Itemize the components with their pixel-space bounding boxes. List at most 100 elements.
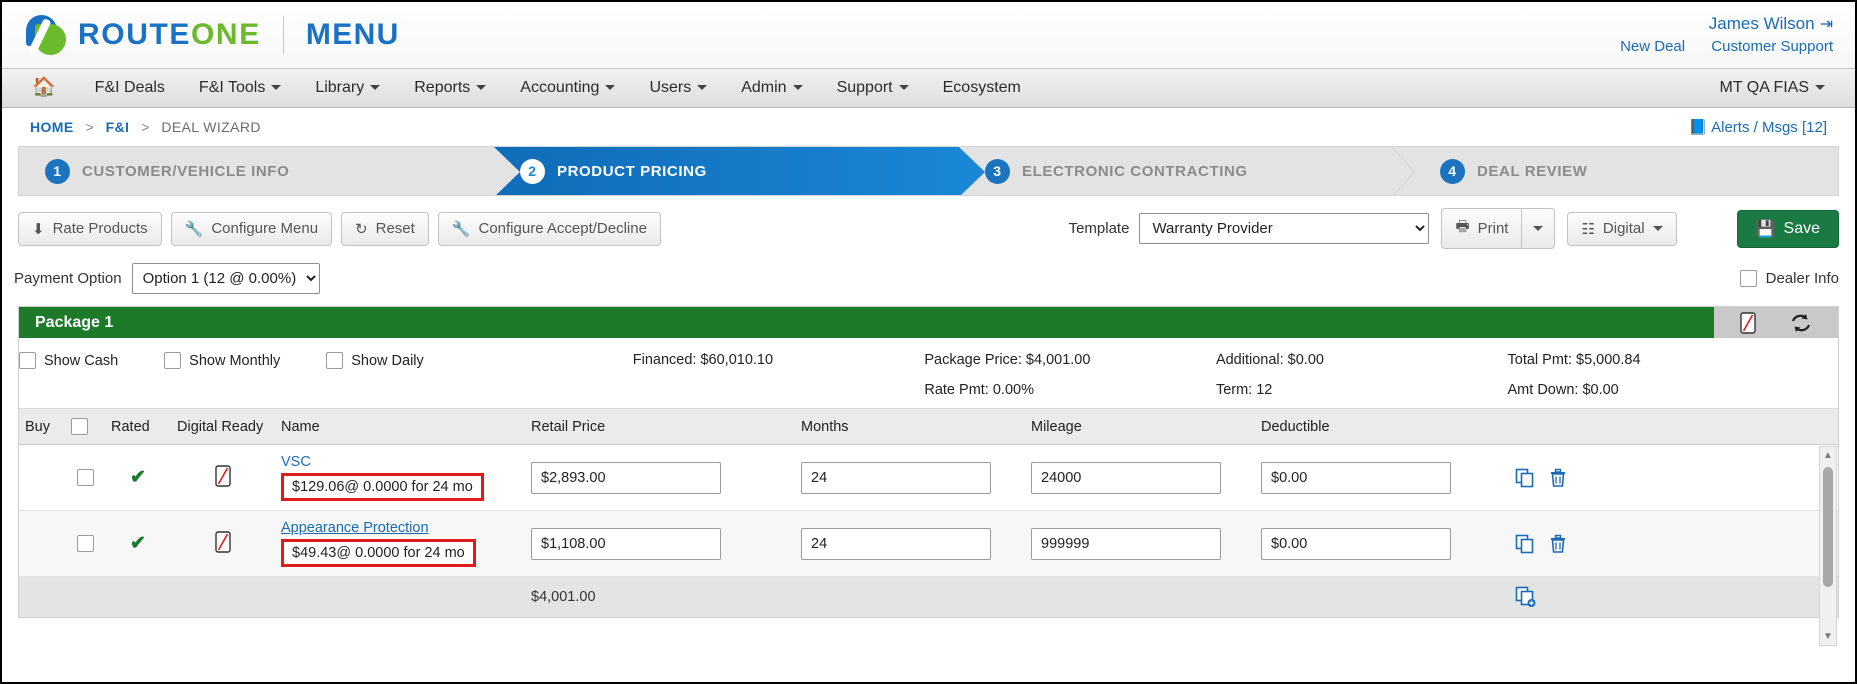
payment-option-select[interactable]: Option 1 (12 @ 0.00%)	[131, 263, 320, 294]
dealer-info-checkbox[interactable]	[1739, 270, 1757, 287]
wrench-icon: 🔧	[451, 220, 471, 238]
mileage-input[interactable]	[1031, 527, 1221, 560]
vertical-scrollbar[interactable]: ▲ ▼	[1819, 446, 1837, 646]
nav-item-support[interactable]: Support	[820, 69, 926, 107]
show-cash-checkbox[interactable]	[19, 352, 36, 369]
retail-price-input[interactable]	[531, 527, 721, 560]
show-monthly-checkbox[interactable]	[164, 352, 182, 369]
nav-item-accounting[interactable]: Accounting	[503, 69, 632, 107]
alerts-label: Alerts / Msgs [12]	[1711, 119, 1827, 136]
product-name-link[interactable]: Appearance Protection	[281, 520, 519, 536]
row-buy-checkbox-cell	[65, 510, 105, 577]
months-input[interactable]	[801, 461, 991, 494]
check-icon: ✔	[130, 533, 146, 554]
sign-out-icon[interactable]: ⇥	[1820, 16, 1833, 33]
check-icon: ✔	[130, 467, 146, 488]
deductible-input[interactable]	[1261, 461, 1451, 494]
scrollbar-thumb[interactable]	[1823, 467, 1833, 587]
print-button[interactable]: 🖶 Print	[1441, 208, 1522, 249]
user-name[interactable]: James Wilson	[1709, 14, 1815, 33]
mobile-disabled-icon	[215, 464, 231, 487]
chevron-down-icon	[697, 85, 708, 91]
rate-products-button[interactable]: ⬇ Rate Products	[18, 211, 162, 246]
wizard-step-electronic-contracting[interactable]: 3 ELECTRONIC CONTRACTING	[959, 147, 1415, 195]
refresh-icon[interactable]	[1790, 313, 1812, 333]
scroll-up-icon[interactable]: ▲	[1820, 447, 1836, 464]
wizard-step-customer-vehicle-info[interactable]: 1 CUSTOMER/VEHICLE INFO	[19, 147, 520, 195]
nav-item-reports[interactable]: Reports	[397, 69, 503, 107]
chevron-down-icon	[792, 85, 803, 91]
product-payment-highlight: $129.06@ 0.0000 for 24 mo	[281, 473, 484, 501]
template-select[interactable]: Warranty Provider	[1139, 213, 1430, 244]
package-title: Package 1	[19, 307, 1714, 338]
row-rated-cell: ✔	[105, 510, 171, 577]
summary-additional: Additional: $0.00	[1215, 352, 1324, 368]
buy-checkbox[interactable]	[76, 535, 94, 552]
wizard-step-deal-review[interactable]: 4 DEAL REVIEW	[1414, 147, 1838, 195]
nav-item-fi-tools[interactable]: F&I Tools	[182, 69, 298, 107]
package-header-actions	[1714, 307, 1838, 338]
nav-item-fi-deals[interactable]: F&I Deals	[78, 69, 182, 107]
step-label: ELECTRONIC CONTRACTING	[1022, 162, 1248, 180]
routeone-logo[interactable]: ROUTEONE MENU	[24, 13, 400, 57]
nav-item-ecosystem[interactable]: Ecosystem	[926, 69, 1038, 107]
deductible-input[interactable]	[1261, 527, 1451, 560]
button-label: Configure Accept/Decline	[478, 220, 647, 237]
select-all-checkbox[interactable]	[71, 418, 88, 435]
trash-icon[interactable]	[1549, 534, 1567, 554]
product-name-link[interactable]: VSC	[281, 454, 519, 470]
summary-additional-col: Additional: $0.00 Term: 12	[1216, 352, 1508, 398]
scroll-down-icon[interactable]: ▼	[1820, 628, 1836, 645]
page-header: ROUTEONE MENU James Wilson ⇥ New Deal Cus…	[2, 2, 1855, 68]
months-input[interactable]	[801, 527, 991, 560]
breadcrumb-row: HOME > F&I > DEAL WIZARD 📘 Alerts / Msgs …	[2, 108, 1855, 146]
brand-route: ROUTE	[78, 18, 191, 51]
nav-item-admin[interactable]: Admin	[724, 69, 819, 107]
nav-label: Users	[649, 79, 692, 96]
row-mileage-cell	[1025, 510, 1255, 577]
table-header-row: Buy Rated Digital Ready Name Retail Pric…	[19, 408, 1838, 445]
breadcrumb-home[interactable]: HOME	[30, 119, 74, 135]
deal-wizard-steps: 1 CUSTOMER/VEHICLE INFO 2 PRODUCT PRICIN…	[18, 146, 1839, 196]
step-number: 2	[520, 158, 545, 184]
step-label: DEAL REVIEW	[1477, 162, 1588, 180]
buy-checkbox[interactable]	[76, 469, 94, 486]
configure-menu-button[interactable]: 🔧 Configure Menu	[170, 211, 333, 246]
table-total-row: $4,001.00	[19, 576, 1838, 617]
show-monthly-label: Show Monthly	[189, 352, 281, 369]
breadcrumb-separator: >	[141, 119, 150, 135]
org-selector[interactable]: MT QA FIAS	[1703, 69, 1840, 107]
copy-icon[interactable]	[1515, 534, 1535, 554]
save-button[interactable]: 💾 Save	[1736, 209, 1839, 248]
header-deductible: Deductible	[1255, 408, 1505, 445]
nav-item-library[interactable]: Library	[298, 69, 397, 107]
print-dropdown-toggle[interactable]	[1521, 208, 1556, 249]
new-deal-link[interactable]: New Deal	[1620, 38, 1685, 55]
row-buy-checkbox-cell	[65, 444, 105, 511]
row-actions-cell	[1505, 510, 1838, 577]
copy-icon[interactable]	[1515, 468, 1535, 488]
breadcrumb-fi[interactable]: F&I	[106, 119, 130, 135]
configure-accept-decline-button[interactable]: 🔧 Configure Accept/Decline	[437, 211, 661, 246]
home-icon[interactable]: 🏠	[18, 69, 78, 107]
total-row-actions	[1505, 576, 1838, 617]
customer-support-link[interactable]: Customer Support	[1711, 38, 1833, 55]
copy-svg	[1515, 534, 1534, 553]
trash-icon[interactable]	[1549, 468, 1567, 488]
show-daily-checkbox[interactable]	[326, 352, 344, 369]
nav-label: F&I Deals	[94, 79, 165, 96]
package-header: Package 1	[19, 307, 1838, 338]
total-amount: $4,001.00	[525, 576, 795, 617]
step-label: PRODUCT PRICING	[557, 162, 707, 180]
mobile-disabled-icon[interactable]	[1740, 311, 1756, 334]
mileage-input[interactable]	[1031, 461, 1221, 494]
retail-price-input[interactable]	[531, 461, 721, 494]
nav-item-users[interactable]: Users	[632, 69, 724, 107]
wizard-step-product-pricing[interactable]: 2 PRODUCT PRICING	[494, 147, 985, 195]
alerts-messages-link[interactable]: 📘 Alerts / Msgs [12]	[1688, 118, 1827, 136]
header-user-area: James Wilson ⇥ New Deal Customer Support	[1598, 12, 1833, 58]
breadcrumb-current: DEAL WIZARD	[161, 119, 261, 135]
digital-button[interactable]: ☷ Digital	[1567, 211, 1677, 246]
copy-add-icon[interactable]	[1515, 586, 1537, 608]
reset-button[interactable]: ↻ Reset	[341, 211, 429, 246]
